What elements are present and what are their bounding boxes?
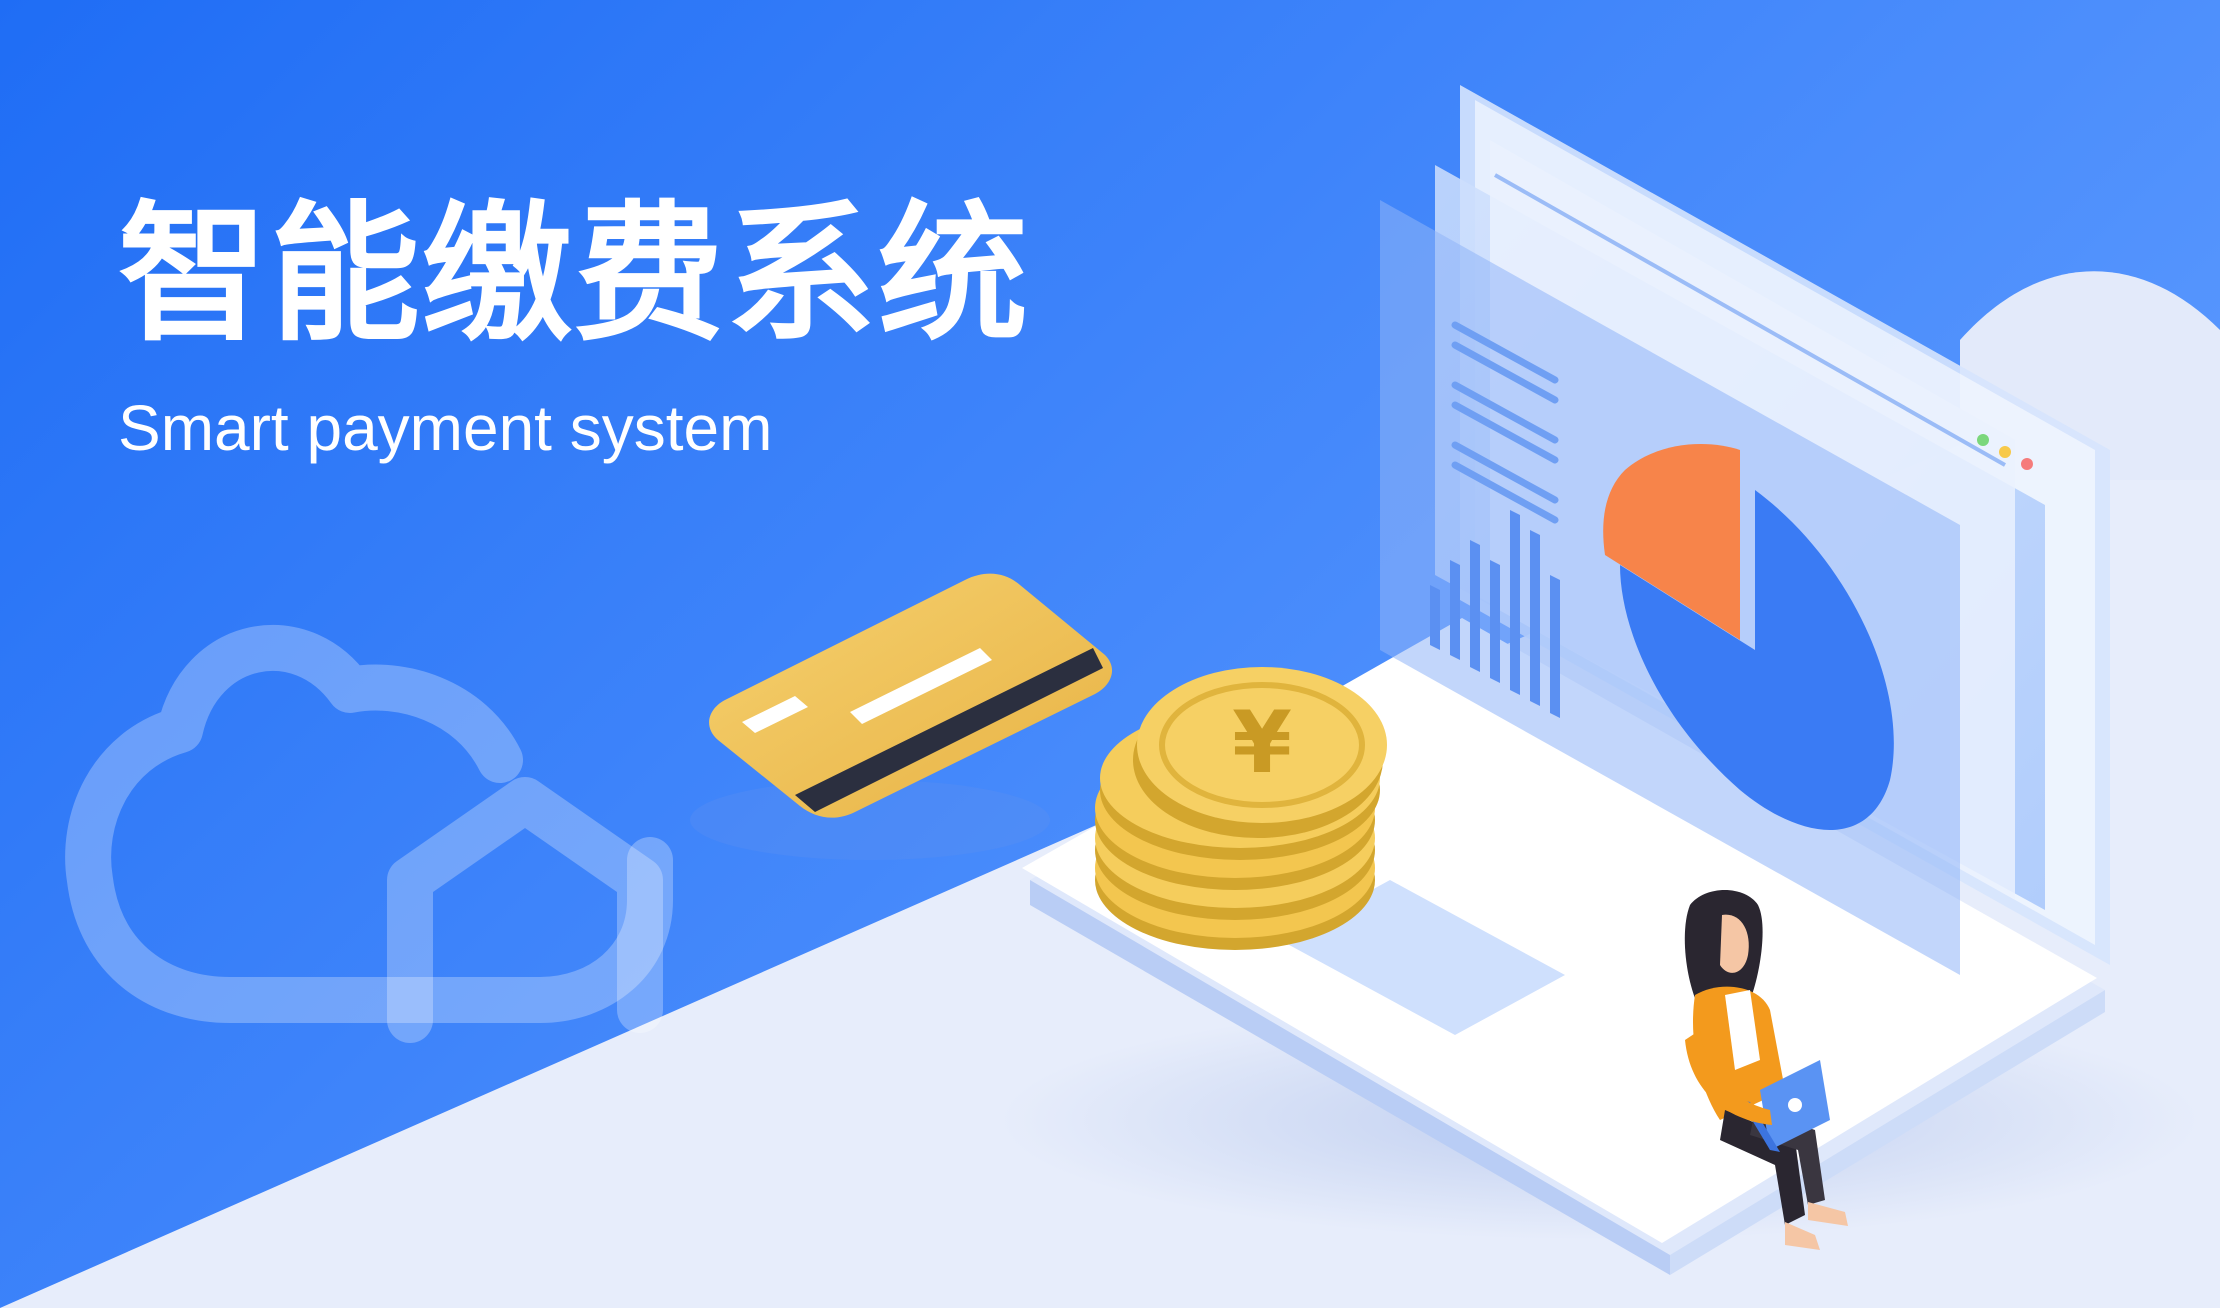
banner: ¥ 智能缴费系统 Smart payment system — [0, 0, 2220, 1308]
page-subtitle: Smart payment system — [118, 392, 773, 464]
page-title: 智能缴费系统 — [118, 188, 1031, 362]
coin-symbol: ¥ — [1232, 693, 1292, 793]
